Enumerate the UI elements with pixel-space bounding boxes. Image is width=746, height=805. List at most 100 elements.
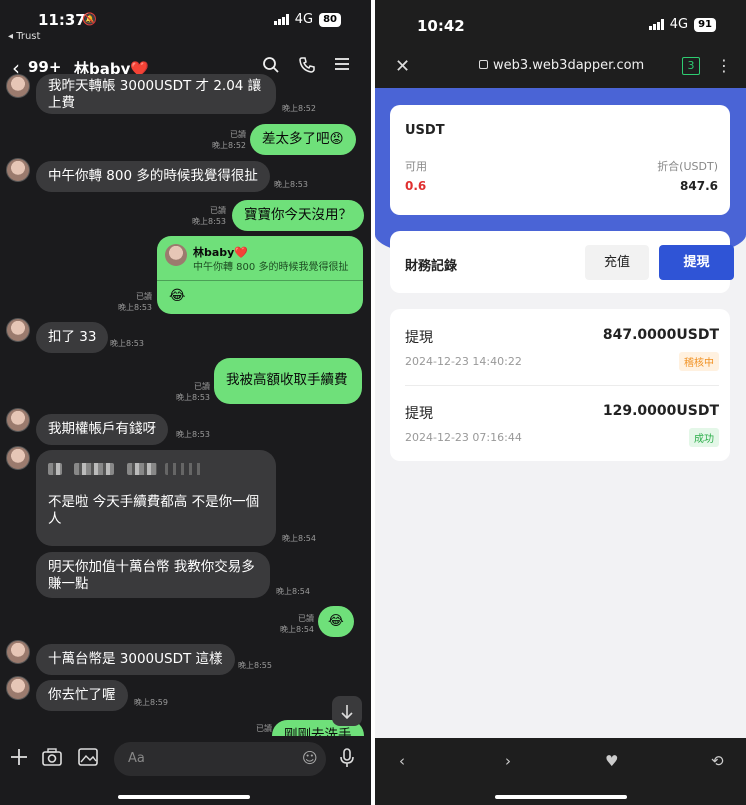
lock-icon xyxy=(479,60,488,69)
network-type: 4G xyxy=(669,17,689,32)
message-text: 不是啦 今天手續費都高 不是你一個人 xyxy=(48,494,260,527)
refresh-icon[interactable]: ⟲ xyxy=(711,752,724,770)
avatar[interactable] xyxy=(6,640,30,664)
message-time: 晚上8:53 xyxy=(274,180,308,189)
tabs-button[interactable]: 3 xyxy=(682,57,700,75)
back-icon[interactable]: ‹ xyxy=(399,752,405,770)
status-time: 11:37 xyxy=(38,11,86,29)
plus-icon[interactable] xyxy=(10,748,28,771)
avatar[interactable] xyxy=(6,676,30,700)
image-icon[interactable] xyxy=(78,748,98,771)
withdraw-button[interactable]: 提現 xyxy=(659,245,734,280)
more-vertical-icon[interactable]: ⋮ xyxy=(716,56,732,75)
incoming-message[interactable]: 扣了 33 xyxy=(36,322,109,353)
record-row[interactable]: 提現 129.0000USDT 2024-12-23 07:16:44 成功 xyxy=(405,385,719,461)
read-receipt: 已讀 xyxy=(256,724,272,733)
home-indicator xyxy=(495,795,627,799)
read-receipt: 已讀 xyxy=(210,206,226,215)
input-bar: Aa ☺ xyxy=(0,736,371,784)
quote-divider xyxy=(157,280,363,281)
outgoing-message[interactable]: 我被高額收取手續費 xyxy=(214,358,362,404)
reply-text: 😂 xyxy=(169,288,186,304)
screenshot-pair: 11:37 🔕 ◂ Trust 4G 80 ‹ 99+ 林baby❤️ 我昨天轉… xyxy=(0,0,746,805)
record-type: 提現 xyxy=(405,406,433,422)
outgoing-message[interactable]: 😂 xyxy=(318,606,354,637)
message-time: 晚上8:53 xyxy=(176,430,210,439)
message-time: 晚上8:54 xyxy=(276,587,310,596)
message-time: 晚上8:52 xyxy=(282,104,316,113)
avatar[interactable] xyxy=(6,74,30,98)
camera-icon[interactable] xyxy=(42,748,62,771)
forward-icon[interactable]: › xyxy=(505,752,511,770)
avatar[interactable] xyxy=(6,158,30,182)
wallet-screen: 10:42 4G 91 ✕ web3.web3dapper.com 3 ⋮ US… xyxy=(375,0,746,805)
message-time: 晚上8:55 xyxy=(238,661,272,670)
record-row[interactable]: 提現 847.0000USDT 2024-12-23 14:40:22 稽核中 xyxy=(405,309,719,386)
heart-icon[interactable]: ♥ xyxy=(605,752,618,770)
smile-icon[interactable]: ☺ xyxy=(302,749,318,767)
incoming-message[interactable]: 我期權帳戶有錢呀 xyxy=(36,414,168,445)
outgoing-message[interactable]: 差太多了吧😡 xyxy=(250,124,356,155)
record-amount: 129.0000USDT xyxy=(602,403,719,419)
signal-icon xyxy=(648,19,664,30)
battery-level: 91 xyxy=(694,17,716,32)
message-time: 晚上8:53 xyxy=(176,393,210,402)
message-time: 晚上8:54 xyxy=(280,625,314,634)
record-datetime: 2024-12-23 14:40:22 xyxy=(405,355,522,368)
avatar[interactable] xyxy=(6,318,30,342)
browser-top: 10:42 4G 91 ✕ web3.web3dapper.com 3 ⋮ xyxy=(375,0,746,88)
home-indicator xyxy=(118,795,250,799)
bell-slash-icon: 🔕 xyxy=(82,12,97,26)
network-type: 4G xyxy=(294,12,314,27)
status-badge: 成功 xyxy=(689,428,719,447)
status-bar: 11:37 🔕 ◂ Trust 4G 80 xyxy=(0,0,371,44)
quote-avatar xyxy=(165,244,187,266)
incoming-message[interactable]: 十萬台幣是 3000USDT 這樣 xyxy=(36,644,235,675)
records-title: 財務記錄 xyxy=(405,259,458,274)
url-bar[interactable]: web3.web3dapper.com xyxy=(479,58,644,73)
outgoing-quote-message[interactable]: 林baby❤️ 中午你轉 800 多的時候我覺得很扯 😂 xyxy=(157,236,363,314)
read-receipt: 已讀 xyxy=(298,614,314,623)
incoming-message[interactable]: 你去忙了喔 xyxy=(36,680,128,711)
outgoing-message[interactable]: 寶寶你今天沒用？ xyxy=(232,200,364,231)
message-time: 晚上8:53 xyxy=(192,217,226,226)
incoming-message[interactable]: 中午你轉 800 多的時候我覺得很扯 xyxy=(36,161,270,192)
incoming-message[interactable]: 不是啦 今天手續費都高 不是你一個人 xyxy=(36,450,276,546)
avatar[interactable] xyxy=(6,446,30,470)
status-right: 4G 91 xyxy=(648,17,716,32)
available-label: 可用 xyxy=(405,160,427,173)
record-type: 提現 xyxy=(405,330,433,346)
record-amount: 847.0000USDT xyxy=(602,327,719,343)
incoming-message[interactable]: 我昨天轉帳 3000USDT 才 2.04 讓上費 xyxy=(36,74,276,114)
signal-icon xyxy=(273,14,289,25)
message-list[interactable]: 我昨天轉帳 3000USDT 才 2.04 讓上費 晚上8:52 已讀 晚上8:… xyxy=(0,60,371,751)
status-time: 10:42 xyxy=(417,17,465,35)
blurred-content xyxy=(48,463,264,480)
read-receipt: 已讀 xyxy=(194,382,210,391)
message-time: 晚上8:54 xyxy=(282,534,316,543)
currency-title: USDT xyxy=(405,123,445,138)
available-amount: 0.6 xyxy=(405,179,427,193)
read-receipt: 已讀 xyxy=(136,292,152,301)
records-list: 提現 847.0000USDT 2024-12-23 14:40:22 稽核中 … xyxy=(390,309,730,461)
status-badge: 稽核中 xyxy=(679,352,719,371)
message-time: 晚上8:59 xyxy=(134,698,168,707)
back-to-app-link[interactable]: ◂ Trust xyxy=(8,31,40,42)
message-time: 晚上8:53 xyxy=(110,339,144,348)
url-text: web3.web3dapper.com xyxy=(493,58,645,73)
mic-icon[interactable] xyxy=(340,748,354,773)
avatar[interactable] xyxy=(6,408,30,432)
value-label: 折合(USDT) xyxy=(657,160,718,173)
incoming-message[interactable]: 明天你加值十萬台幣 我教你交易多賺一點 xyxy=(36,552,270,598)
records-header: 財務記錄 充值 提現 xyxy=(390,231,734,293)
message-time: 晚上8:52 xyxy=(212,141,246,150)
deposit-button[interactable]: 充值 xyxy=(585,245,649,280)
scroll-down-button[interactable] xyxy=(332,696,362,726)
value-amount: 847.6 xyxy=(680,179,718,193)
battery-level: 80 xyxy=(319,12,341,27)
balance-card: USDT 可用 折合(USDT) 0.6 847.6 xyxy=(390,105,730,215)
message-input[interactable]: Aa xyxy=(114,742,326,776)
quote-text: 中午你轉 800 多的時候我覺得很扯 xyxy=(193,262,349,273)
status-right: 4G 80 xyxy=(273,12,341,27)
close-icon[interactable]: ✕ xyxy=(395,56,410,77)
